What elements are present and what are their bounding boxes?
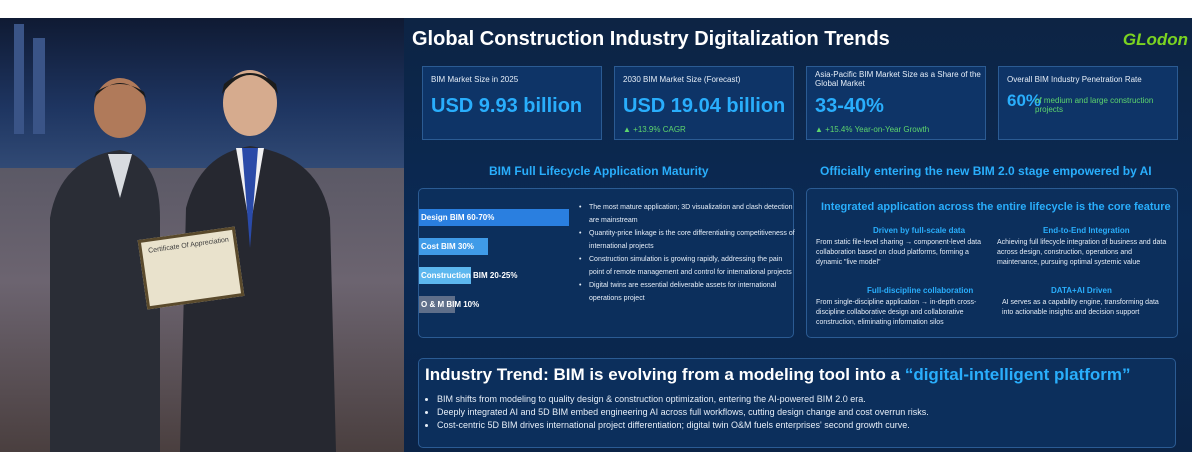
list-item: Deeply integrated AI and 5D BIM embed en… (437, 406, 1177, 419)
list-item: BIM shifts from modeling to quality desi… (437, 393, 1177, 406)
kpi-card: Overall BIM Industry Penetration Rate 60… (998, 66, 1178, 140)
list-item: Quantity-price linkage is the core diffe… (579, 227, 799, 253)
kpi-card: Asia-Pacific BIM Market Size as a Share … (806, 66, 986, 140)
list-item: The most mature application; 3D visualiz… (579, 201, 799, 227)
maturity-bar: O & M BIM 10% (419, 296, 479, 313)
slide-title: Global Construction Industry Digitalizat… (412, 28, 890, 50)
kpi-card: BIM Market Size in 2025 USD 9.93 billion (422, 66, 602, 140)
kpi-label: Asia-Pacific BIM Market Size as a Share … (815, 70, 981, 88)
list-item: Construction simulation is growing rapid… (579, 253, 799, 279)
feature-title: Driven by full-scale data (873, 226, 966, 235)
bim2-panel: Integrated application across the entire… (806, 188, 1178, 338)
kpi-value: USD 9.93 billion (431, 95, 583, 117)
kpi-label: BIM Market Size in 2025 (431, 75, 519, 84)
skyscraper-shape (14, 24, 24, 134)
bim2-heading: Officially entering the new BIM 2.0 stag… (820, 164, 1152, 178)
event-photo: Certificate Of Appreciation (0, 18, 404, 452)
kpi-label: 2030 BIM Market Size (Forecast) (623, 75, 741, 84)
kpi-value: USD 19.04 billion (623, 95, 786, 117)
feature-title: End-to-End Integration (1043, 226, 1130, 235)
kpi-card: 2030 BIM Market Size (Forecast) USD 19.0… (614, 66, 794, 140)
kpi-value-note: of medium and large construction project… (1035, 96, 1154, 114)
kpi-growth: ▲ +13.9% CAGR (623, 125, 686, 134)
list-item: Digital twins are essential deliverable … (579, 279, 799, 305)
presentation-slide: Global Construction Industry Digitalizat… (404, 18, 1192, 452)
feature-text: From single-discipline application → in-… (816, 299, 977, 326)
trend-heading: Industry Trend: BIM is evolving from a m… (425, 365, 1131, 385)
maturity-heading: BIM Full Lifecycle Application Maturity (489, 164, 709, 178)
trend-heading-text: Industry Trend: BIM is evolving from a m… (425, 365, 901, 384)
trend-heading-highlight: “digital-intelligent platform” (904, 365, 1131, 384)
industry-trend-panel: Industry Trend: BIM is evolving from a m… (418, 358, 1176, 448)
feature-title: DATA+AI Driven (1051, 286, 1112, 295)
list-item: Cost-centric 5D BIM drives international… (437, 419, 1177, 432)
kpi-label: Overall BIM Industry Penetration Rate (1007, 75, 1142, 84)
feature-title: Full-discipline collaboration (867, 286, 974, 295)
maturity-bar: Cost BIM 30% (419, 238, 489, 255)
kpi-value: 33-40% (815, 95, 884, 117)
maturity-bar: Construction BIM 20-25% (419, 267, 517, 284)
maturity-panel: Design BIM 60-70% Cost BIM 30% Constructio… (418, 188, 795, 338)
bim2-subheading: Integrated application across the entire… (821, 201, 1171, 213)
certificate-frame: Certificate Of Appreciation (137, 226, 245, 310)
feature-text: From static file-level sharing → compone… (816, 239, 981, 266)
maturity-bullets: The most mature application; 3D visualiz… (579, 201, 799, 305)
glodon-logo: GLodon (1122, 30, 1188, 49)
kpi-growth: ▲ +15.4% Year-on-Year Growth (815, 125, 930, 134)
feature-text: Achieving full lifecycle integration of … (997, 239, 1167, 266)
trend-bullets: BIM shifts from modeling to quality desi… (425, 393, 1177, 432)
maturity-bar: Design BIM 60-70% (419, 209, 569, 226)
feature-text: AI serves as a capability engine, transf… (1002, 299, 1159, 316)
